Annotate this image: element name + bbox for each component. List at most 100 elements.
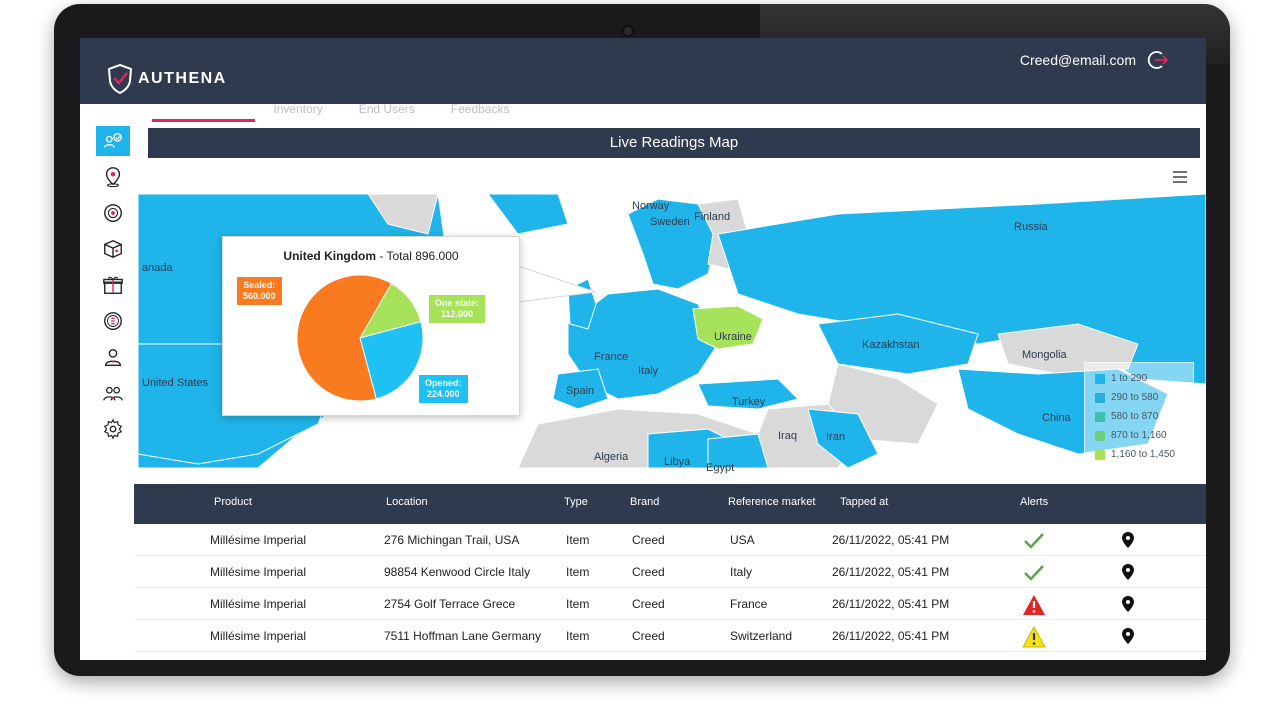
seal-icon xyxy=(104,204,122,222)
cell-type: Item xyxy=(566,533,590,547)
cell-brand: Creed xyxy=(632,629,665,643)
legend-label: 580 to 870 xyxy=(1111,411,1159,422)
table-row[interactable]: Millésime Imperial 7511 Hoffman Lane Ger… xyxy=(134,620,1206,652)
cell-product: Millésime Imperial xyxy=(210,597,307,611)
map-label-kazakhstan: Kazakhstan xyxy=(862,339,920,351)
opened-tag: Opened: 224.000 xyxy=(419,375,468,403)
map-label-sweden: Sweden xyxy=(650,216,690,228)
cell-location: 98854 Kenwood Circle Italy xyxy=(384,565,531,579)
legend-swatch xyxy=(1095,392,1105,403)
map-legend: 1 to 290 290 to 580 580 to 870 870 to 1,… xyxy=(1084,362,1194,470)
sidebar-item-seals[interactable] xyxy=(96,198,130,228)
one-state-label: One state: xyxy=(435,298,480,308)
popup-title: United Kingdom - Total 896.000 xyxy=(223,249,519,263)
cell-market: Switzerland xyxy=(730,629,793,643)
cell-location: 2754 Golf Terrace Grece xyxy=(384,597,516,611)
map-label-ukraine: Ukraine xyxy=(714,331,752,343)
map-label-france: France xyxy=(594,351,629,363)
cell-tapped-at: 26/11/2022, 05:41 PM xyxy=(832,597,950,611)
header-brand[interactable]: Brand xyxy=(630,496,659,508)
legend-item: 1 to 290 xyxy=(1095,369,1183,388)
map-label-algeria: Algeria xyxy=(594,451,629,463)
opened-value: 224.000 xyxy=(426,389,460,399)
cell-market: Italy xyxy=(730,565,753,579)
header-location[interactable]: Location xyxy=(386,496,428,508)
sidebar-item-users[interactable] xyxy=(96,378,130,408)
pie-chart xyxy=(297,275,423,401)
box-icon xyxy=(104,239,122,259)
legend-swatch xyxy=(1095,411,1105,422)
header-alerts[interactable]: Alerts xyxy=(1020,496,1048,508)
header-reference-market[interactable]: Reference market xyxy=(728,496,815,508)
sealed-tag: Sealed: 560.000 xyxy=(237,277,282,305)
sidebar-item-settings[interactable] xyxy=(96,414,130,444)
one-state-value: 112.000 xyxy=(440,309,474,319)
cell-location: 276 Michingan Trail, USA xyxy=(384,533,520,547)
sidebar-item-rewards[interactable] xyxy=(96,306,130,336)
legend-item: 290 to 580 xyxy=(1095,388,1183,407)
map-label-mongolia: Mongolia xyxy=(1022,349,1067,361)
cell-market: USA xyxy=(730,533,755,547)
map-label-egypt: Egypt xyxy=(706,462,735,474)
tab-feedbacks[interactable]: Feedbacks xyxy=(433,88,528,122)
logo-text: AUTHENA xyxy=(138,70,227,87)
table-header: Product Location Type Brand Reference ma… xyxy=(134,484,1206,524)
check-icon xyxy=(1024,565,1044,581)
tab-all-readings[interactable]: All Readings xyxy=(152,88,256,122)
country-popup: United Kingdom - Total 896.000 Sealed: 5… xyxy=(222,236,520,416)
map-label-iran: Iran xyxy=(826,431,845,443)
popup-country: United Kingdom xyxy=(283,249,377,263)
users-icon xyxy=(103,386,123,401)
cell-location: 7511 Hoffman Lane Germany xyxy=(384,629,541,643)
map-label-turkey: Turkey xyxy=(732,396,766,408)
legend-item: 870 to 1,160 xyxy=(1095,426,1183,445)
header-type[interactable]: Type xyxy=(564,496,588,508)
map-pin-icon[interactable] xyxy=(1122,628,1134,644)
sidebar-item-products[interactable] xyxy=(96,234,130,264)
cell-type: Item xyxy=(566,565,590,579)
table-row[interactable]: Millésime Imperial 276 Michingan Trail, … xyxy=(134,524,1206,556)
legend-swatch xyxy=(1095,373,1105,384)
cell-product: Millésime Imperial xyxy=(210,629,307,643)
table-row[interactable]: Millésime Imperial 2754 Golf Terrace Gre… xyxy=(134,588,1206,620)
cell-tapped-at: 26/11/2022, 05:41 PM xyxy=(832,533,950,547)
sidebar-item-locations[interactable] xyxy=(96,162,130,192)
readings-table: Product Location Type Brand Reference ma… xyxy=(134,484,1206,652)
readings-icon xyxy=(104,132,122,148)
danger-alert-icon xyxy=(1023,595,1045,615)
legend-label: 1,160 to 1,450 xyxy=(1111,449,1175,460)
table-row[interactable]: Millésime Imperial 98854 Kenwood Circle … xyxy=(134,556,1206,588)
user-email: Creed@email.com xyxy=(1019,52,1136,68)
map-pin-icon[interactable] xyxy=(1122,596,1134,612)
map-pin-icon[interactable] xyxy=(1122,564,1134,580)
camera xyxy=(622,25,634,37)
popup-total: - Total 896.000 xyxy=(376,249,459,263)
hamburger-menu-icon[interactable] xyxy=(1172,170,1188,184)
one-state-tag: One state: 112.000 xyxy=(429,295,486,323)
header-product[interactable]: Product xyxy=(214,496,252,508)
warning-alert-icon xyxy=(1022,626,1046,648)
check-icon xyxy=(1024,533,1044,549)
map-label-united-states: United States xyxy=(142,377,209,389)
sidebar xyxy=(80,122,132,660)
tab-bar: All Readings Inventory End Users Feedbac… xyxy=(80,88,1206,122)
cell-brand: Creed xyxy=(632,597,665,611)
cell-type: Item xyxy=(566,629,590,643)
map-label-iraq: Iraq xyxy=(778,430,797,442)
legend-item: 1,160 to 1,450 xyxy=(1095,445,1183,464)
tab-inventory[interactable]: Inventory xyxy=(255,88,340,122)
map-label-libya: Libya xyxy=(664,456,691,468)
sidebar-item-readings[interactable] xyxy=(96,126,130,156)
sidebar-item-user[interactable] xyxy=(96,342,130,372)
map-title-bar: Live Readings Map xyxy=(148,128,1200,158)
popup-pointer xyxy=(518,265,597,303)
legend-swatch xyxy=(1095,449,1105,460)
tab-end-users[interactable]: End Users xyxy=(341,88,433,122)
header-tapped-at[interactable]: Tapped at xyxy=(840,496,888,508)
legend-label: 290 to 580 xyxy=(1111,392,1159,403)
sidebar-item-gifts[interactable] xyxy=(96,270,130,300)
map-pin-icon[interactable] xyxy=(1122,532,1134,548)
logout-icon[interactable] xyxy=(1146,48,1170,72)
cell-tapped-at: 26/11/2022, 05:41 PM xyxy=(832,629,950,643)
sealed-label: Sealed: xyxy=(243,280,276,290)
